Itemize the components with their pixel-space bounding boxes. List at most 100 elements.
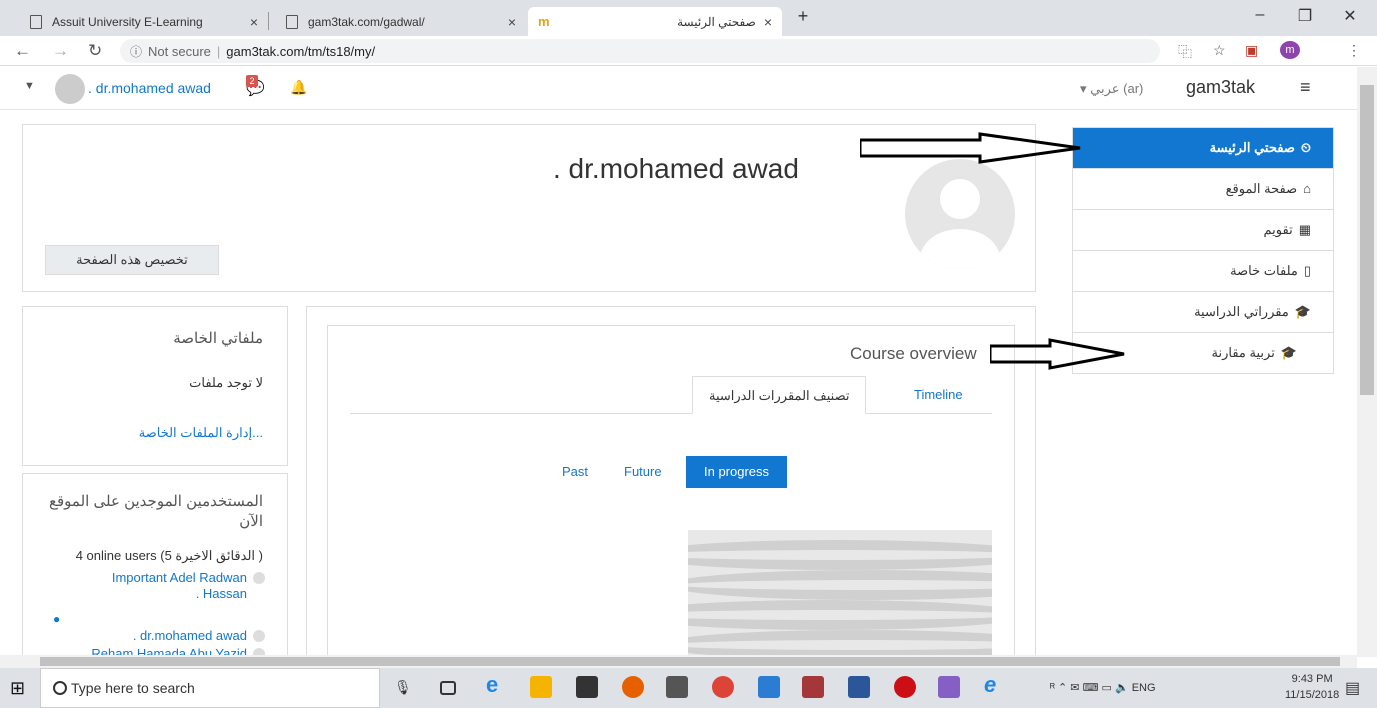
online-user-link[interactable]: Important Adel Radwan (112, 570, 265, 585)
extension-icon[interactable]: ▣ (1245, 42, 1258, 59)
page-title: . dr.mohamed awad (553, 153, 799, 184)
tab-separator (268, 12, 269, 30)
chat-bubble-icon[interactable]: ● (53, 612, 60, 626)
close-icon[interactable]: × (508, 14, 516, 30)
drawer-item-site-home[interactable]: صفحة الموقع ⌂ (1073, 169, 1333, 210)
manage-files-link[interactable]: إدارة الملفات الخاصة... (139, 425, 263, 441)
profile-avatar[interactable]: m (1280, 41, 1300, 59)
user-avatar[interactable] (55, 74, 85, 104)
dashboard-icon: ⏲ (1300, 140, 1311, 155)
page-icon (30, 14, 42, 29)
overview-tabs: تصنيف المقررات الدراسية Timeline (350, 376, 992, 414)
store-icon[interactable] (576, 676, 598, 698)
taskbar-clock[interactable]: 9:43 PM 11/15/2018 (1285, 671, 1339, 703)
tab-title: صفحتي الرئيسة (677, 14, 756, 29)
site-favicon-icon: m (538, 14, 550, 29)
calendar-icon: ▦ (1298, 222, 1311, 237)
drawer-item-calendar[interactable]: تقويم ▦ (1073, 210, 1333, 251)
tab-timeline[interactable]: Timeline (898, 376, 979, 414)
close-window-icon[interactable]: ✕ (1335, 6, 1365, 26)
forward-icon[interactable]: → (52, 41, 69, 61)
horizontal-scrollbar[interactable] (0, 655, 1357, 668)
new-tab-button[interactable]: + (788, 6, 818, 27)
address-bar-row: ← → ↻ ⓘ Not secure | gam3tak.com/tm/ts18… (0, 36, 1377, 66)
message-count-badge: 2 (246, 75, 258, 87)
online-count: 4 online users (الدقائق الاخيرة 5 ) (75, 548, 263, 563)
hamburger-menu-icon[interactable]: ≡ (1300, 77, 1311, 98)
online-user-link[interactable]: . dr.mohamed awad (133, 628, 265, 643)
profile-picture (905, 159, 1015, 269)
drawer-item-label: صفحة الموقع (1225, 181, 1298, 196)
bookmark-star-icon[interactable]: ☆ (1213, 42, 1226, 59)
task-view-icon[interactable] (440, 681, 456, 695)
search-placeholder: Type here to search (71, 680, 195, 696)
firefox-icon[interactable] (622, 676, 644, 698)
microphone-icon[interactable]: 🎙 (394, 679, 416, 701)
drawer-item-label: ملفات خاصة (1230, 263, 1298, 278)
chrome-icon[interactable] (712, 676, 734, 698)
site-name[interactable]: gam3tak (1186, 77, 1255, 98)
translate-icon[interactable]: ⿻ (1178, 42, 1192, 62)
security-label: Not secure (148, 43, 211, 59)
more-menu-icon[interactable]: ⋮ (1347, 42, 1361, 59)
no-files-text: لا توجد ملفات (189, 375, 263, 390)
word-icon[interactable] (848, 676, 870, 698)
drawer-item-private-files[interactable]: ملفات خاصة ▯ (1073, 251, 1333, 292)
internet-explorer-icon[interactable]: e (984, 672, 1006, 697)
tab-title: Assuit University E-Learning (52, 14, 203, 29)
taskbar-search-input[interactable]: Type here to search (40, 668, 380, 708)
access-icon[interactable] (802, 676, 824, 698)
reload-icon[interactable]: ↻ (88, 41, 102, 61)
language-selector[interactable]: ▾ عربي (ar) (1080, 81, 1143, 97)
block-title: Course overview (850, 344, 977, 363)
browser-tab[interactable]: gam3tak.com/gadwal/ × (276, 7, 526, 36)
back-icon[interactable]: ← (14, 41, 31, 61)
calculator-icon[interactable] (666, 676, 688, 698)
system-tray[interactable]: ᴿ ⌃ ✉ ⌨ ▭ 🔈 ENG (1050, 681, 1156, 694)
vertical-scrollbar[interactable] (1357, 67, 1377, 657)
user-name: . dr.mohamed awad (132, 628, 247, 643)
file-explorer-icon[interactable] (530, 676, 552, 698)
tab-title: gam3tak.com/gadwal/ (308, 14, 425, 29)
scrollbar-thumb[interactable] (40, 657, 1340, 666)
scrollbar-thumb[interactable] (1360, 85, 1374, 395)
notifications-bell-icon[interactable]: 🔔 (290, 79, 307, 96)
drawer-item-label: صفحتي الرئيسة (1209, 140, 1295, 155)
minimize-icon[interactable]: – (1245, 6, 1275, 24)
cortana-icon (53, 681, 67, 695)
language-label: عربي (ar) (1090, 81, 1144, 96)
drawer-item-dashboard[interactable]: صفحتي الرئيسة ⏲ (1073, 128, 1333, 169)
main-region: Course overview تصنيف المقررات الدراسية … (306, 306, 1036, 666)
input-language: ENG (1131, 682, 1156, 694)
page-icon (286, 14, 298, 29)
visual-studio-icon[interactable] (938, 676, 960, 698)
annotation-arrow (860, 132, 1081, 164)
edge-icon[interactable]: e (486, 672, 508, 697)
annotation-arrow (990, 338, 1125, 370)
opera-icon[interactable] (894, 676, 916, 698)
filter-future[interactable]: Future (606, 456, 680, 488)
action-center-icon[interactable]: ▤ (1345, 678, 1367, 700)
close-icon[interactable]: × (250, 14, 258, 30)
close-icon[interactable]: × (764, 14, 772, 30)
user-name: Important Adel Radwan (111, 570, 247, 585)
url-input[interactable]: ⓘ Not secure | gam3tak.com/tm/ts18/my/ (120, 39, 1160, 63)
course-image[interactable] (688, 530, 992, 666)
browser-tab-active[interactable]: m صفحتي الرئيسة × (528, 7, 782, 36)
filter-in-progress[interactable]: In progress (686, 456, 788, 488)
home-icon: ⌂ (1303, 181, 1311, 196)
customize-page-button[interactable]: تخصيص هذه الصفحة (45, 245, 219, 275)
online-users-block: المستخدمين الموجدين على الموقع الآن 4 on… (22, 473, 288, 663)
drawer-item-my-courses[interactable]: مقرراتي الدراسية 🎓 (1073, 292, 1333, 333)
filter-past[interactable]: Past (544, 456, 606, 488)
windows-start-icon[interactable]: ⊞ (10, 678, 25, 699)
app-icon[interactable] (758, 676, 780, 698)
drawer-item-label: تربية مقارنة (1211, 345, 1275, 360)
restore-icon[interactable]: ❐ (1290, 6, 1320, 26)
block-title: المستخدمين الموجدين على الموقع الآن (49, 493, 263, 530)
browser-tab[interactable]: Assuit University E-Learning × (20, 7, 268, 36)
user-menu-name[interactable]: . dr.mohamed awad (88, 80, 211, 96)
user-menu-caret-icon[interactable]: ▼ (24, 80, 35, 92)
online-user-link[interactable]: . Hassan (196, 586, 247, 601)
tab-courses[interactable]: تصنيف المقررات الدراسية (692, 376, 867, 414)
